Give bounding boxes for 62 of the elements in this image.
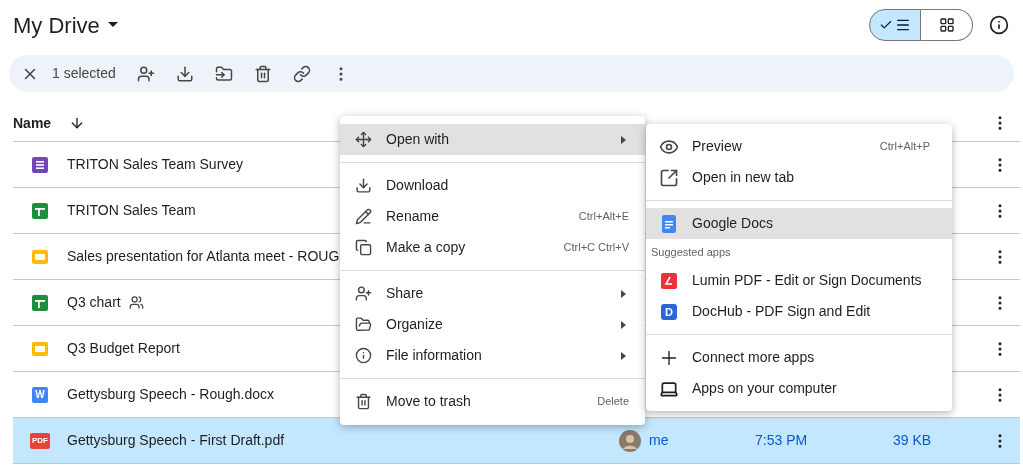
- trash-icon: [355, 393, 372, 410]
- check-icon: [879, 18, 893, 32]
- menu-item[interactable]: Open in new tab: [646, 162, 952, 193]
- avatar: [619, 429, 641, 452]
- pencil-icon: [355, 208, 372, 225]
- menu-item[interactable]: Open with: [340, 124, 645, 155]
- move-icon: [355, 131, 372, 148]
- grid-view-toggle[interactable]: [921, 9, 973, 41]
- menu-item[interactable]: Make a copy Ctrl+C Ctrl+V: [340, 232, 645, 263]
- presentation-file-icon: [32, 248, 48, 265]
- pdf-app-icon: [661, 272, 677, 289]
- move-folder-icon[interactable]: [214, 64, 233, 83]
- menu-item[interactable]: Share: [340, 278, 645, 309]
- external-link-icon: [659, 167, 679, 188]
- word-file-icon: W: [32, 386, 48, 403]
- menu-item[interactable]: Lumin PDF - Edit or Sign Documents: [646, 265, 952, 296]
- column-header[interactable]: Name: [13, 112, 52, 134]
- file-name: Gettysburg Speech - Rough.docx: [67, 385, 274, 404]
- list-view-toggle[interactable]: [869, 9, 921, 41]
- menu-item[interactable]: Move to trash Delete: [340, 386, 645, 417]
- trash-icon[interactable]: [253, 64, 272, 83]
- copy-icon: [355, 239, 372, 256]
- link-icon[interactable]: [292, 64, 311, 83]
- spreadsheet-file-icon: [32, 202, 48, 219]
- menu-item[interactable]: File information: [340, 340, 645, 371]
- file-row[interactable]: PDF Gettysburg Speech - First Draft.pdf me 7:53 PM 39 KB: [13, 418, 1020, 464]
- menu-item[interactable]: Google Docs: [646, 208, 952, 239]
- file-size: 39 KB: [893, 432, 932, 448]
- form-file-icon: [32, 156, 48, 173]
- menu-item[interactable]: D DocHub - PDF Sign and Edit: [646, 296, 952, 327]
- dropdown-caret-icon[interactable]: [107, 22, 118, 28]
- info-icon[interactable]: [989, 15, 1009, 35]
- menu-item[interactable]: Download: [340, 170, 645, 201]
- download-icon[interactable]: [175, 64, 194, 83]
- owner: me: [649, 431, 669, 450]
- menu-item[interactable]: Organize: [340, 309, 645, 340]
- file-name: Q3 Budget Report: [67, 339, 180, 358]
- file-name: Sales presentation for Atlanta meet - ROUG: [67, 247, 340, 266]
- menu-item[interactable]: Preview Ctrl+Alt+P: [646, 131, 952, 162]
- download-icon: [355, 177, 372, 194]
- file-name: TRITON Sales Team Survey: [67, 155, 244, 174]
- page-title: My Drive: [13, 11, 100, 40]
- info-icon: [355, 347, 372, 364]
- selection-count: 1 selected: [52, 64, 116, 83]
- modified-time: 7:53 PM: [755, 432, 808, 448]
- grid-icon: [938, 17, 955, 33]
- file-name: Q3 chart: [67, 293, 121, 312]
- dochub-app-icon: D: [661, 303, 677, 320]
- file-name: Gettysburg Speech - First Draft.pdf: [67, 431, 285, 450]
- menu-item[interactable]: Apps on your computer: [646, 373, 952, 404]
- file-name: TRITON Sales Team: [67, 201, 196, 220]
- menu-item[interactable]: Connect more apps: [646, 342, 952, 373]
- menu-item[interactable]: Rename Ctrl+Alt+E: [340, 201, 645, 232]
- document-app-icon: [660, 214, 678, 233]
- presentation-file-icon: [32, 340, 48, 357]
- pdf-file-icon: PDF: [30, 432, 50, 449]
- spreadsheet-file-icon: [32, 294, 48, 311]
- folder-icon: [355, 316, 372, 333]
- section-heading: Suggested apps: [651, 244, 731, 260]
- add-person-icon: [355, 285, 372, 302]
- share-icon[interactable]: [136, 64, 155, 83]
- list-icon: [895, 17, 911, 33]
